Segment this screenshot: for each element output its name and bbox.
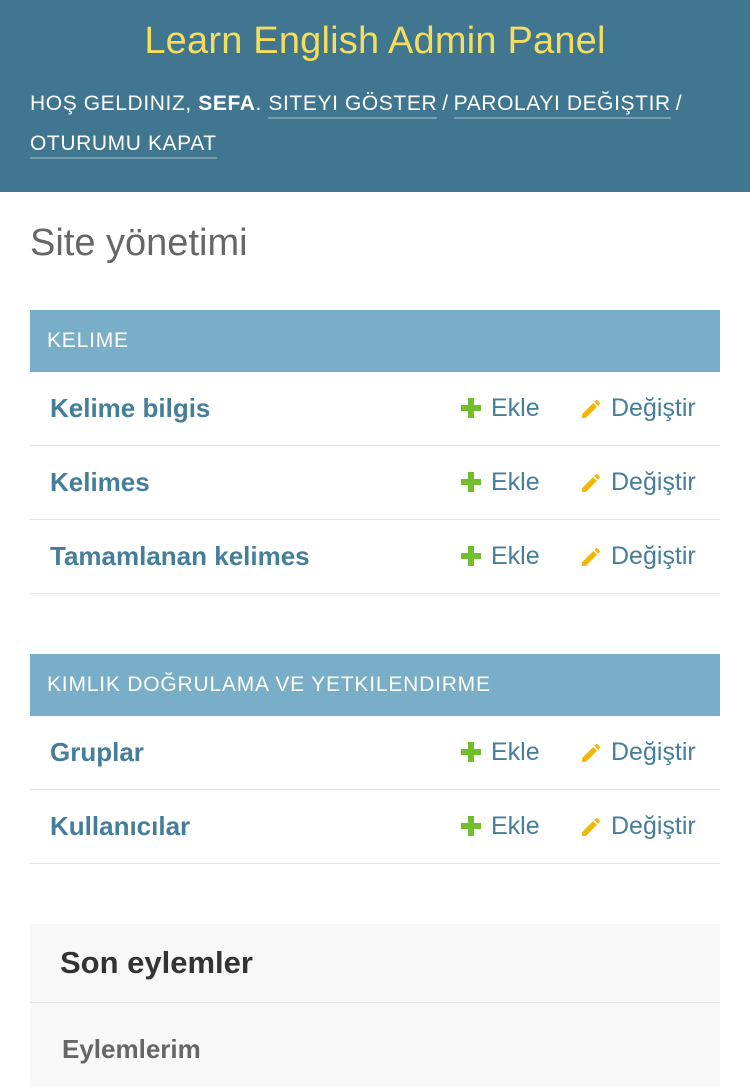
logout-link[interactable]: Oturumu kapat	[30, 132, 217, 159]
pencil-icon	[582, 548, 600, 566]
change-label: Değiştir	[611, 812, 696, 840]
header: Learn English Admin Panel Hoş geldiniz, …	[0, 0, 750, 192]
user-tools: Hoş geldiniz, Sefa. Siteyi göster / Parola…	[30, 84, 720, 164]
add-label: Ekle	[491, 468, 540, 496]
app-module-auth: Kimlik doğrulama ve yetkilendirme Grupla…	[30, 654, 720, 864]
model-link[interactable]: Kelime bilgis	[50, 372, 210, 444]
model-link[interactable]: Kullanıcılar	[50, 790, 190, 862]
pencil-icon	[582, 818, 600, 836]
model-link[interactable]: Gruplar	[50, 716, 144, 788]
change-link[interactable]: Değiştir	[579, 790, 696, 862]
add-link[interactable]: Ekle	[460, 372, 540, 444]
model-row: Kullanıcılar Ekle Değiştir	[30, 790, 720, 864]
recent-actions-title: Son eylemler	[30, 924, 720, 1003]
model-row: Kelimes Ekle Değiştir	[30, 446, 720, 520]
plus-icon	[461, 398, 481, 418]
change-link[interactable]: Değiştir	[579, 446, 696, 518]
module-caption[interactable]: Kimlik doğrulama ve yetkilendirme	[30, 654, 720, 716]
change-password-link[interactable]: Parolayı değiştir	[453, 92, 671, 119]
pencil-icon	[582, 744, 600, 762]
change-link[interactable]: Değiştir	[579, 520, 696, 592]
pencil-icon	[582, 474, 600, 492]
add-link[interactable]: Ekle	[460, 716, 540, 788]
change-label: Değiştir	[611, 738, 696, 766]
plus-icon	[461, 546, 481, 566]
add-label: Ekle	[491, 394, 540, 422]
site-name[interactable]: Learn English Admin Panel	[0, 20, 750, 63]
username-suffix: .	[255, 92, 262, 115]
change-link[interactable]: Değiştir	[579, 716, 696, 788]
add-link[interactable]: Ekle	[460, 446, 540, 518]
plus-icon	[461, 472, 481, 492]
change-label: Değiştir	[611, 542, 696, 570]
add-link[interactable]: Ekle	[460, 520, 540, 592]
add-label: Ekle	[491, 542, 540, 570]
add-link[interactable]: Ekle	[460, 790, 540, 862]
add-label: Ekle	[491, 738, 540, 766]
plus-icon	[461, 742, 481, 762]
page-title: Site yönetimi	[30, 222, 248, 264]
welcome-text: Hoş geldiniz,	[30, 92, 192, 115]
change-label: Değiştir	[611, 394, 696, 422]
model-row: Tamamlanan kelimes Ekle Değiştir	[30, 520, 720, 594]
change-link[interactable]: Değiştir	[579, 372, 696, 444]
recent-actions-panel: Son eylemler Eylemlerim	[30, 924, 720, 1087]
my-actions-heading: Eylemlerim	[62, 1034, 201, 1064]
add-label: Ekle	[491, 812, 540, 840]
app-module-kelime: Kelime Kelime bilgis Ekle Değiştir Kelim…	[30, 310, 720, 594]
plus-icon	[461, 816, 481, 836]
model-link[interactable]: Kelimes	[50, 446, 150, 518]
change-label: Değiştir	[611, 468, 696, 496]
model-row: Gruplar Ekle Değiştir	[30, 716, 720, 790]
pencil-icon	[582, 400, 600, 418]
username: Sefa	[198, 92, 256, 115]
module-caption[interactable]: Kelime	[30, 310, 720, 372]
model-row: Kelime bilgis Ekle Değiştir	[30, 372, 720, 446]
separator: /	[675, 92, 683, 115]
view-site-link[interactable]: Siteyi göster	[268, 92, 438, 119]
model-link[interactable]: Tamamlanan kelimes	[50, 520, 310, 592]
separator: /	[442, 92, 449, 115]
